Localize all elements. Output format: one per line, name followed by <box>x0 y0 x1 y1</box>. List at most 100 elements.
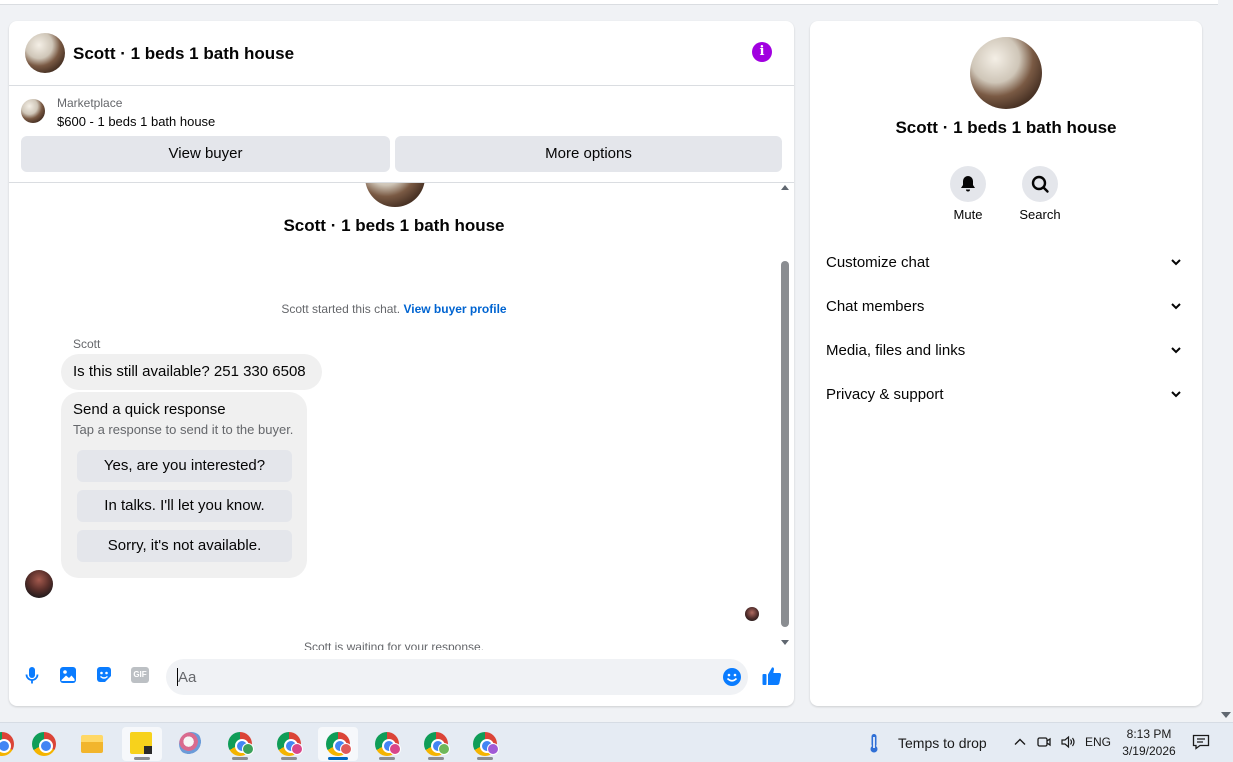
search-label: Search <box>1019 207 1061 222</box>
scrollbar-thumb[interactable] <box>781 261 789 627</box>
mute-label: Mute <box>953 207 983 222</box>
profile-badge-icon <box>389 743 401 755</box>
microphone-icon[interactable] <box>22 665 42 685</box>
taskbar-chrome-profile[interactable] <box>416 727 456 761</box>
windows-taskbar: Temps to drop ENG 8:13 PM 3/19/2026 <box>0 722 1233 762</box>
browser-icon <box>0 732 14 756</box>
scroll-up-arrow-icon[interactable] <box>781 185 789 190</box>
message-bubble: Is this still available? 251 330 6508 <box>61 354 322 390</box>
page-scrollbar[interactable] <box>1218 0 1233 722</box>
chevron-down-icon <box>1171 391 1181 398</box>
sticky-notes-icon <box>130 732 152 754</box>
emoji-icon[interactable] <box>722 667 742 687</box>
camera-icon[interactable] <box>1036 734 1052 750</box>
customize-chat-section[interactable]: Customize chat <box>826 245 1186 281</box>
sticker-icon[interactable] <box>94 665 114 685</box>
section-label: Customize chat <box>826 254 930 271</box>
chat-header: Scott · 1 beds 1 bath house i <box>9 21 794 86</box>
text-cursor <box>177 668 178 686</box>
chrome-icon <box>32 732 56 756</box>
photo-icon[interactable] <box>58 665 78 685</box>
profile-badge-icon <box>340 743 352 755</box>
chat-title[interactable]: Scott · 1 beds 1 bath house <box>73 44 294 64</box>
notification-icon[interactable] <box>1192 734 1210 750</box>
clock-date: 3/19/2026 <box>1122 744 1176 758</box>
thumbs-up-icon[interactable] <box>761 665 783 687</box>
running-indicator <box>428 757 444 760</box>
scroll-down-arrow-icon[interactable] <box>781 640 789 645</box>
more-options-button[interactable]: More options <box>395 136 782 172</box>
sender-avatar[interactable] <box>25 570 53 598</box>
view-buyer-button[interactable]: View buyer <box>21 136 390 172</box>
bell-icon <box>961 176 975 192</box>
listing-avatar[interactable] <box>25 33 65 73</box>
system-clock[interactable]: 8:13 PM 3/19/2026 <box>1116 726 1182 760</box>
read-receipt-avatar <box>745 607 759 621</box>
profile-badge-icon <box>487 743 499 755</box>
profile-badge-icon <box>242 743 254 755</box>
listing-price[interactable]: $600 - 1 beds 1 bath house <box>57 114 215 129</box>
quick-response-button[interactable]: Sorry, it's not available. <box>77 530 292 562</box>
taskbar-file-explorer[interactable] <box>73 727 113 761</box>
taskbar-chrome-profile[interactable] <box>465 727 505 761</box>
message-thread: Scott · 1 beds 1 bath house Scott starte… <box>9 183 794 650</box>
running-indicator <box>477 757 493 760</box>
chevron-down-icon <box>1171 303 1181 310</box>
quick-response-button[interactable]: In talks. I'll let you know. <box>77 490 292 522</box>
marketplace-label: Marketplace <box>57 96 123 110</box>
volume-icon[interactable] <box>1060 734 1076 750</box>
chevron-up-icon[interactable] <box>1012 734 1028 750</box>
message-input[interactable] <box>166 659 748 695</box>
chat-window: Scott · 1 beds 1 bath house i Marketplac… <box>9 21 794 706</box>
taskbar-app-edge[interactable] <box>0 727 22 761</box>
thread-title: Scott · 1 beds 1 bath house <box>283 216 505 235</box>
thermometer-icon <box>870 734 878 753</box>
marketplace-bar: Marketplace $600 - 1 beds 1 bath house V… <box>9 86 794 183</box>
taskbar-chrome[interactable] <box>24 727 64 761</box>
taskbar-chrome-profile-active[interactable] <box>318 727 358 761</box>
privacy-support-section[interactable]: Privacy & support <box>826 377 1186 413</box>
profile-badge-icon <box>438 743 450 755</box>
active-indicator <box>328 757 348 760</box>
section-label: Chat members <box>826 298 925 315</box>
taskbar-chrome-profile[interactable] <box>220 727 260 761</box>
view-buyer-profile-link[interactable]: View buyer profile <box>403 302 506 316</box>
quick-response-subtitle: Tap a response to send it to the buyer. <box>73 422 294 437</box>
top-strip <box>0 0 1218 5</box>
taskbar-paint[interactable] <box>171 727 211 761</box>
profile-avatar[interactable] <box>970 37 1042 109</box>
folder-icon <box>81 735 103 753</box>
search-icon <box>1031 175 1049 193</box>
quick-response-button[interactable]: Yes, are you interested? <box>77 450 292 482</box>
running-indicator <box>281 757 297 760</box>
media-files-links-section[interactable]: Media, files and links <box>826 333 1186 369</box>
taskbar-sticky-notes[interactable] <box>122 727 162 761</box>
weather-text: Temps to drop <box>898 735 987 751</box>
quick-response-card: Send a quick response Tap a response to … <box>61 392 307 578</box>
started-text: Scott started this chat. <box>281 302 401 316</box>
language-indicator[interactable]: ENG <box>1085 735 1111 749</box>
scroll-down-arrow-icon[interactable] <box>1221 712 1231 718</box>
info-icon[interactable]: i <box>752 42 772 62</box>
search-button[interactable] <box>1022 166 1058 202</box>
paint-icon <box>179 732 203 756</box>
waiting-notice: Scott is waiting for your response. <box>303 640 485 650</box>
taskbar-chrome-profile[interactable] <box>367 727 407 761</box>
sender-name: Scott <box>73 337 101 351</box>
chat-members-section[interactable]: Chat members <box>826 289 1186 325</box>
listing-thumbnail[interactable] <box>21 99 45 123</box>
thread-scrollbar[interactable] <box>781 185 789 645</box>
clock-time: 8:13 PM <box>1126 727 1172 741</box>
profile-title: Scott · 1 beds 1 bath house <box>895 118 1117 137</box>
chevron-down-icon <box>1171 347 1181 354</box>
taskbar-chrome-profile[interactable] <box>269 727 309 761</box>
chevron-down-icon <box>1171 259 1181 266</box>
profile-badge-icon <box>291 743 303 755</box>
chat-info-panel: Scott · 1 beds 1 bath house Mute Search … <box>810 21 1202 706</box>
mute-button[interactable] <box>950 166 986 202</box>
gif-icon[interactable]: GIF <box>130 665 150 685</box>
running-indicator <box>134 757 150 760</box>
section-label: Media, files and links <box>826 342 966 359</box>
message-composer: GIF <box>9 650 794 706</box>
chat-started-notice: Scott started this chat. View buyer prof… <box>9 302 779 316</box>
